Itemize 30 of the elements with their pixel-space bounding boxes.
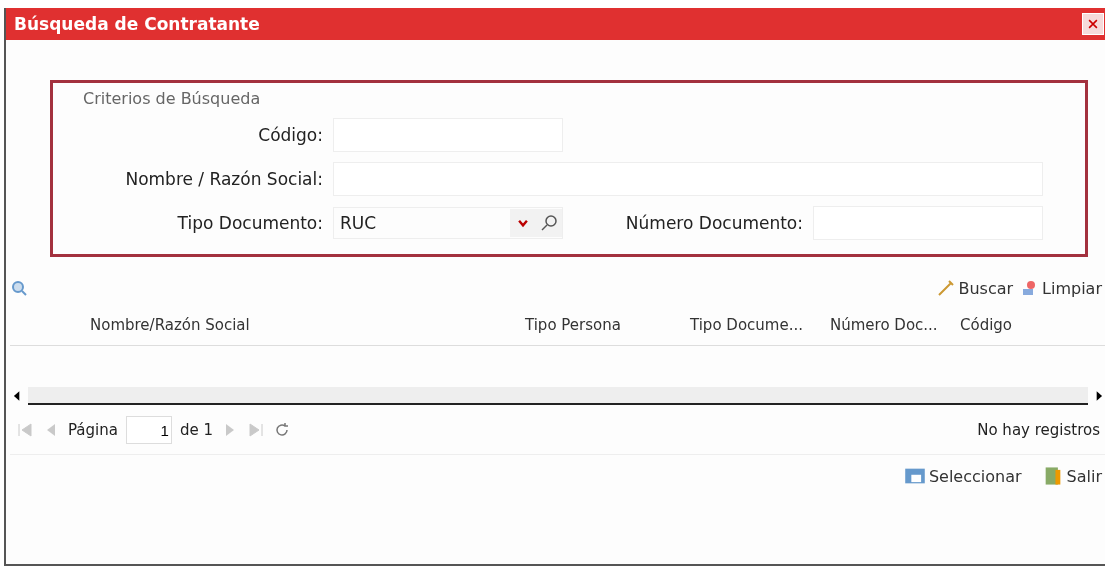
search-button[interactable] bbox=[536, 209, 562, 237]
select-button[interactable]: Seleccionar bbox=[899, 465, 1026, 487]
refresh-button[interactable] bbox=[273, 421, 291, 439]
select-field[interactable]: RUC bbox=[333, 207, 563, 239]
status-text: No hay registros bbox=[977, 421, 1101, 439]
dropdown-button[interactable] bbox=[510, 209, 536, 237]
page-count: de 1 bbox=[179, 421, 213, 439]
last-page-icon bbox=[247, 421, 265, 439]
column-header[interactable]: Tipo Docume... bbox=[690, 316, 830, 334]
field-label: Código: bbox=[257, 125, 323, 145]
panel-legend: Criterios de Búsqueda bbox=[83, 89, 1055, 108]
close-button[interactable] bbox=[1082, 13, 1104, 35]
column-header[interactable]: Nombre/Razón Social bbox=[90, 316, 525, 334]
exit-button[interactable]: Salir bbox=[1037, 465, 1105, 487]
search-button[interactable]: Buscar bbox=[933, 278, 1018, 298]
refresh-icon bbox=[273, 421, 291, 439]
field-label: Nombre / Razón Social: bbox=[124, 169, 323, 189]
search-icon bbox=[540, 214, 558, 232]
close-icon bbox=[1086, 17, 1100, 31]
column-header[interactable]: Código bbox=[960, 316, 1090, 334]
field-label: Número Documento: bbox=[624, 213, 803, 233]
clear-button[interactable]: Limpiar bbox=[1017, 278, 1105, 298]
window-title: Búsqueda de Contratante bbox=[14, 14, 260, 34]
column-header[interactable]: Tipo Persona bbox=[525, 316, 690, 334]
field-label: Tipo Documento: bbox=[176, 213, 323, 233]
page-label: Página bbox=[68, 421, 118, 439]
column-header[interactable]: Número Doc... bbox=[830, 316, 960, 334]
search-icon bbox=[10, 279, 28, 297]
first-page-icon bbox=[16, 421, 34, 439]
wand-icon bbox=[937, 279, 956, 297]
